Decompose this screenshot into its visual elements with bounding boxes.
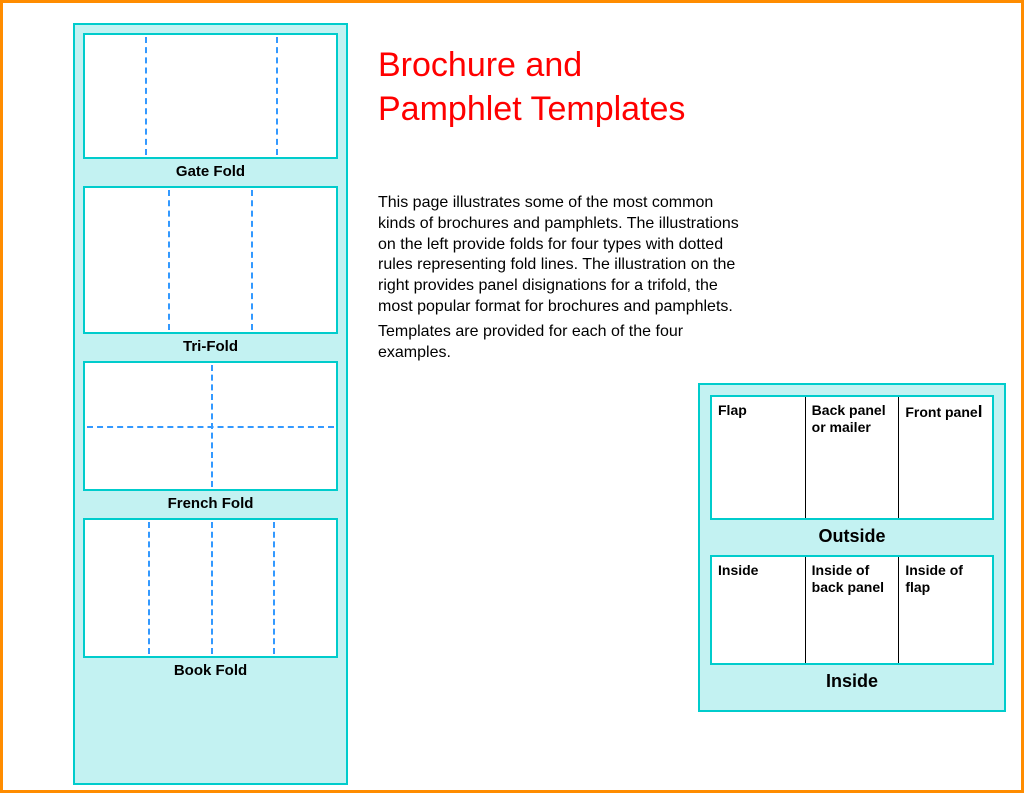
inside-label-1: Inside <box>718 562 758 578</box>
tri-fold-diagram <box>83 186 338 334</box>
description-text: This page illustrates some of the most c… <box>378 193 748 367</box>
outside-flap-cell: Flap <box>712 397 805 518</box>
description-para2: Templates are provided for each of the f… <box>378 322 748 364</box>
tri-fold-block: Tri-Fold <box>83 186 338 355</box>
inside-cell-1: Inside <box>712 557 805 663</box>
fold-line-icon <box>276 37 278 155</box>
inside-group: Inside Inside of back panel Inside of fl… <box>710 555 994 692</box>
title-line2: Pamphlet Templates <box>378 87 685 131</box>
front-panel-label-l: l <box>978 402 983 421</box>
description-para1: This page illustrates some of the most c… <box>378 193 748 318</box>
fold-line-icon <box>273 522 275 654</box>
fold-line-icon <box>148 522 150 654</box>
gate-fold-label: Gate Fold <box>83 163 338 180</box>
gate-fold-diagram <box>83 33 338 159</box>
fold-line-icon <box>251 190 253 330</box>
french-fold-block: French Fold <box>83 361 338 512</box>
fold-line-icon <box>211 522 213 654</box>
fold-line-icon <box>145 37 147 155</box>
inside-cell-3: Inside of flap <box>898 557 992 663</box>
fold-line-icon <box>87 426 334 428</box>
flap-label: Flap <box>718 402 747 418</box>
outside-back-cell: Back panel or mailer <box>805 397 899 518</box>
inside-diagram: Inside Inside of back panel Inside of fl… <box>710 555 994 665</box>
fold-types-panel: Gate Fold Tri-Fold French Fold Book Fold <box>73 23 348 785</box>
tri-fold-label: Tri-Fold <box>83 338 338 355</box>
outside-group: Flap Back panel or mailer Front panel Ou… <box>710 395 994 547</box>
book-fold-diagram <box>83 518 338 658</box>
inside-cell-2: Inside of back panel <box>805 557 899 663</box>
outside-label: Outside <box>710 526 994 547</box>
outside-front-cell: Front panel <box>898 397 992 518</box>
inside-label: Inside <box>710 671 994 692</box>
inside-label-3: Inside of flap <box>905 562 963 595</box>
french-fold-label: French Fold <box>83 495 338 512</box>
outside-diagram: Flap Back panel or mailer Front panel <box>710 395 994 520</box>
inside-label-2: Inside of back panel <box>812 562 884 595</box>
title-line1: Brochure and <box>378 43 685 87</box>
front-panel-label: Front pane <box>905 404 977 420</box>
page-title: Brochure and Pamphlet Templates <box>378 43 685 131</box>
back-panel-label: Back panel or mailer <box>812 402 886 435</box>
trifold-panel: Flap Back panel or mailer Front panel Ou… <box>698 383 1006 712</box>
gate-fold-block: Gate Fold <box>83 33 338 180</box>
book-fold-block: Book Fold <box>83 518 338 679</box>
book-fold-label: Book Fold <box>83 662 338 679</box>
fold-line-icon <box>168 190 170 330</box>
french-fold-diagram <box>83 361 338 491</box>
